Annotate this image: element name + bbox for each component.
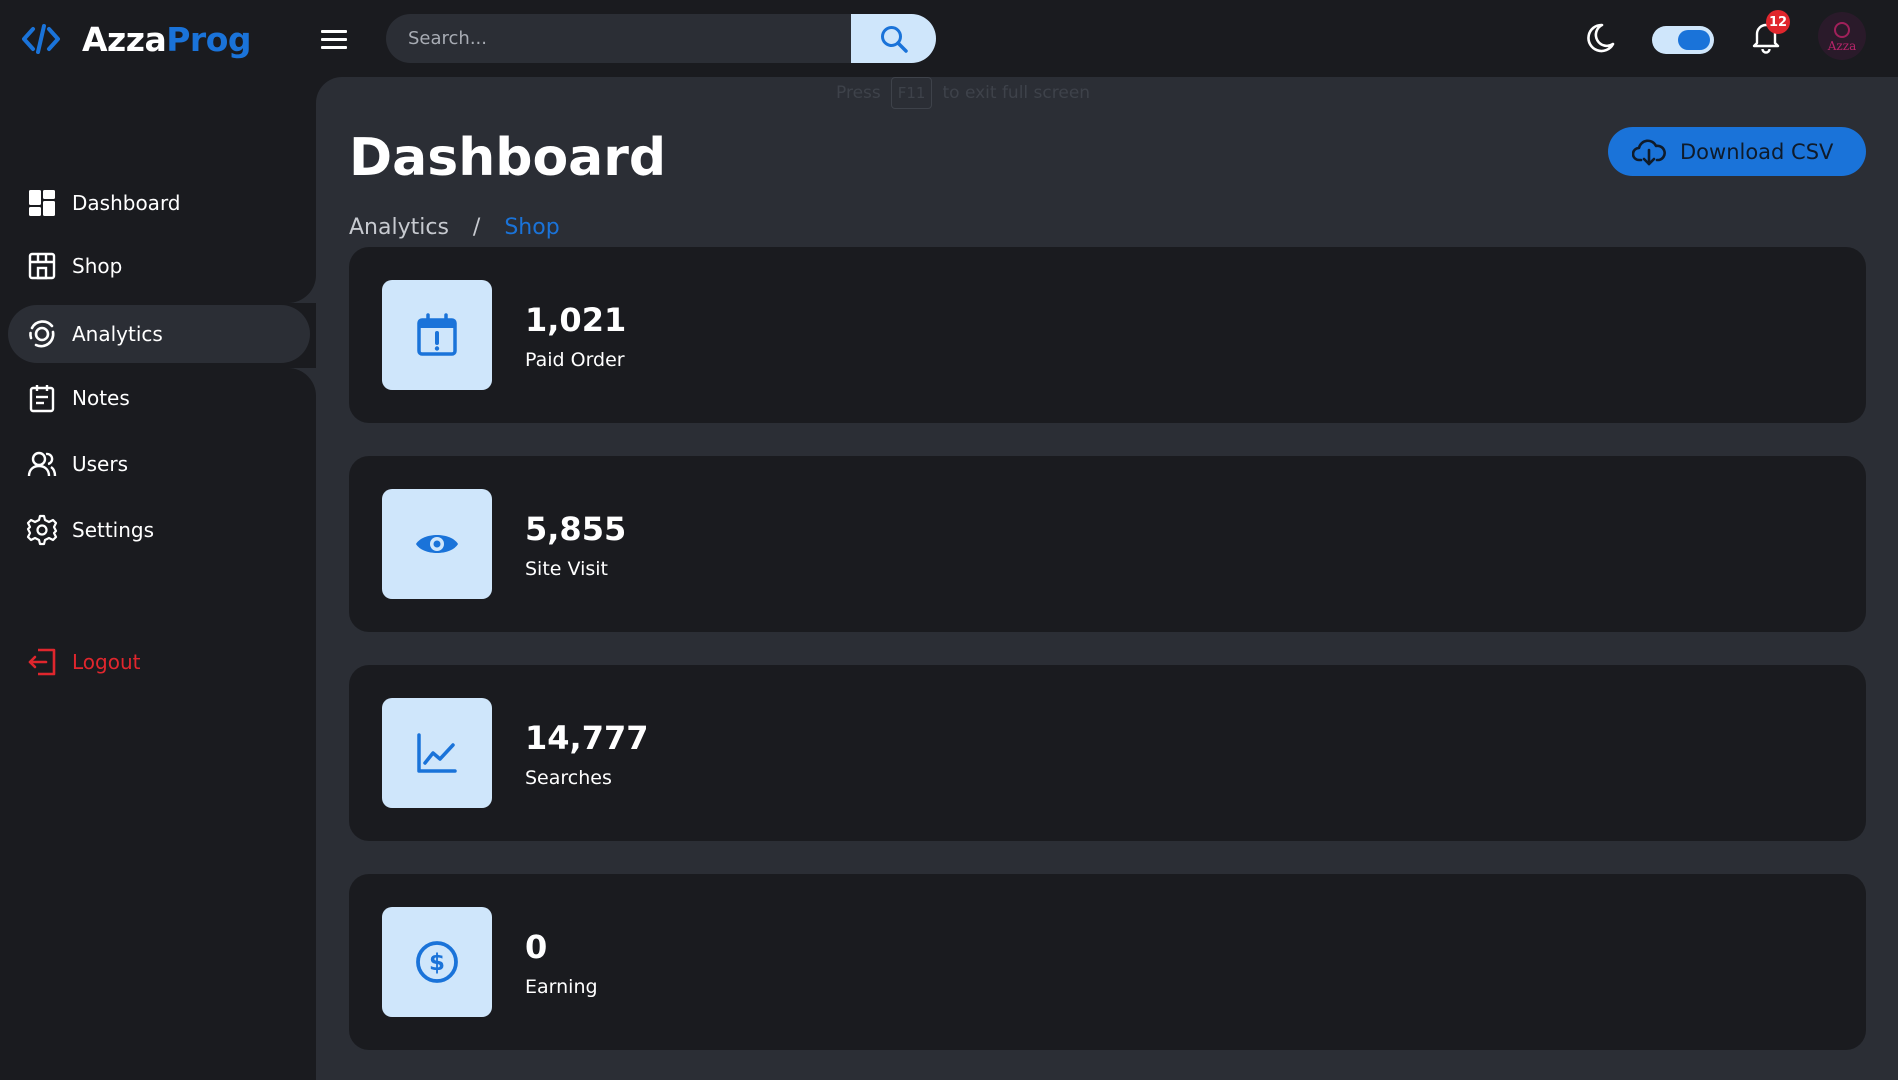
sidebar-item-settings[interactable]: Settings <box>8 501 310 559</box>
avatar-text: Azza <box>1827 38 1857 53</box>
stat-value: 5,855 <box>525 510 627 548</box>
theme-toggle-knob <box>1678 30 1710 50</box>
avatar[interactable]: Azza <box>1818 12 1866 60</box>
brand-name: AzzaProg <box>82 20 251 59</box>
stat-card-site-visit: 5,855 Site Visit <box>349 456 1866 632</box>
brand-name-part2: Prog <box>166 19 251 59</box>
download-csv-button[interactable]: Download CSV <box>1608 127 1866 176</box>
stat-value: 0 <box>525 928 548 966</box>
stat-label: Searches <box>525 767 612 789</box>
dark-mode-moon-icon[interactable] <box>1582 20 1618 56</box>
fullscreen-hint-suffix: to exit full screen <box>942 83 1091 103</box>
page-title: Dashboard <box>349 128 667 188</box>
sidebar: Dashboard Shop Analytics Notes Users Set… <box>0 77 316 1080</box>
code-icon <box>20 18 62 60</box>
download-csv-label: Download CSV <box>1680 139 1834 164</box>
stat-value: 14,777 <box>525 719 649 757</box>
search-bar <box>386 14 936 63</box>
logo[interactable]: AzzaProg <box>20 18 251 60</box>
stat-label: Paid Order <box>525 349 625 371</box>
eye-icon <box>382 489 492 599</box>
calendar-alert-icon <box>382 280 492 390</box>
stat-label: Earning <box>525 976 598 998</box>
logout-icon <box>26 646 58 678</box>
breadcrumb-separator: / <box>472 215 481 240</box>
dashboard-icon <box>26 187 58 219</box>
analytics-icon <box>26 318 58 350</box>
stat-label: Site Visit <box>525 558 609 580</box>
dollar-circle-icon: $ <box>382 907 492 1017</box>
fullscreen-hint-prefix: Press <box>836 83 881 103</box>
sidebar-item-label: Users <box>72 452 129 476</box>
sidebar-item-label: Settings <box>72 518 155 542</box>
sidebar-item-analytics[interactable]: Analytics <box>8 305 310 363</box>
sidebar-item-label: Dashboard <box>72 191 181 215</box>
search-button[interactable] <box>851 14 936 63</box>
logout-button[interactable]: Logout <box>8 633 310 691</box>
users-icon <box>26 448 58 480</box>
active-item-curve-top <box>260 247 316 303</box>
theme-toggle[interactable] <box>1652 26 1714 54</box>
stat-card-paid-order: 1,021 Paid Order <box>349 247 1866 423</box>
brand-name-part1: Azza <box>82 19 167 59</box>
breadcrumb-item-shop[interactable]: Shop <box>504 215 559 240</box>
sidebar-item-label: Notes <box>72 386 130 410</box>
cloud-download-icon <box>1632 139 1666 165</box>
logout-label: Logout <box>72 650 141 674</box>
notes-icon <box>26 382 58 414</box>
line-chart-icon <box>382 698 492 808</box>
store-icon <box>26 250 58 282</box>
breadcrumb-item-analytics[interactable]: Analytics <box>349 215 449 240</box>
sidebar-item-dashboard[interactable]: Dashboard <box>8 174 310 232</box>
hamburger-menu-icon[interactable] <box>318 24 350 54</box>
stat-value: 1,021 <box>525 301 627 339</box>
breadcrumb: Analytics / Shop <box>349 215 560 240</box>
active-item-curve-bottom <box>260 368 316 424</box>
stat-card-searches: 14,777 Searches <box>349 665 1866 841</box>
search-icon <box>880 25 908 53</box>
gear-icon <box>26 514 58 546</box>
fullscreen-hint: Press F11 to exit full screen <box>836 76 1090 110</box>
avatar-emblem <box>1834 21 1850 38</box>
stat-card-earning: $ 0 Earning <box>349 874 1866 1050</box>
sidebar-item-users[interactable]: Users <box>8 435 310 493</box>
search-input[interactable] <box>386 14 852 63</box>
fullscreen-hint-key: F11 <box>890 77 933 109</box>
top-bar: AzzaProg 12 Azza <box>0 0 1898 77</box>
sidebar-item-label: Shop <box>72 254 123 278</box>
svg-text:$: $ <box>429 950 445 976</box>
sidebar-item-label: Analytics <box>72 322 163 346</box>
notification-count-badge: 12 <box>1766 10 1790 34</box>
